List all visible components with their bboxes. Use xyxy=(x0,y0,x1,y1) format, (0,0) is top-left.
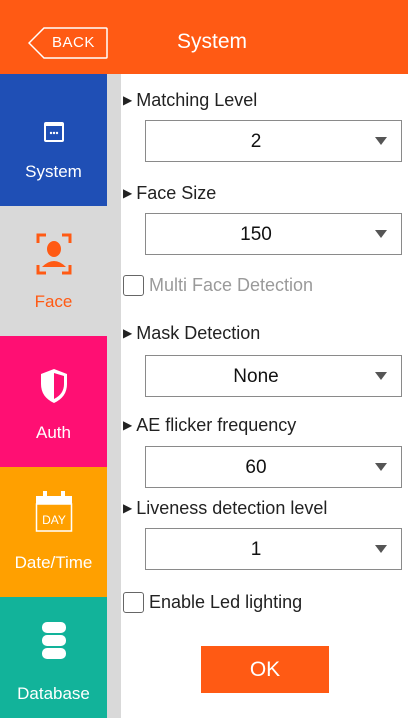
sidebar-item-label: System xyxy=(25,162,82,181)
ae-flicker-frequency-value: 60 xyxy=(245,457,267,478)
sidebar-item-label: Date/Time xyxy=(14,553,93,572)
calendar-day-text: DAY xyxy=(42,513,66,527)
liveness-detection-level-value: 1 xyxy=(250,539,262,560)
triangle-bullet-icon: ▶ xyxy=(123,418,133,432)
dropdown-arrow-icon xyxy=(375,545,387,553)
sidebar-item-label: Face xyxy=(34,292,73,311)
ae-flicker-frequency-select[interactable]: 60 xyxy=(145,446,402,488)
sidebar-item-system[interactable]: System xyxy=(0,74,107,206)
sidebar-divider xyxy=(107,74,121,718)
top-bar: BACK System xyxy=(0,0,408,74)
multi-face-detection-checkbox[interactable] xyxy=(123,275,144,296)
triangle-bullet-icon: ▶ xyxy=(123,186,133,200)
dropdown-arrow-icon xyxy=(375,137,387,145)
triangle-bullet-icon: ▶ xyxy=(123,93,133,107)
mask-detection-value: None xyxy=(233,366,279,387)
enable-led-lighting-label: Enable Led lighting xyxy=(149,592,303,612)
page-title-text: System xyxy=(176,30,247,53)
dropdown-arrow-icon xyxy=(375,230,387,238)
shield-icon xyxy=(0,368,107,409)
dropdown-arrow-icon xyxy=(375,372,387,380)
page-title: System xyxy=(0,30,408,54)
sidebar-item-label: Auth xyxy=(36,423,71,442)
ok-button[interactable]: OK xyxy=(201,646,329,693)
face-size-label: ▶ Face Size xyxy=(123,183,217,203)
matching-level-select[interactable]: 2 xyxy=(145,120,402,162)
sidebar-item-auth[interactable]: Auth xyxy=(0,336,107,467)
sidebar-item-date-time[interactable]: DAY Date/Time xyxy=(0,467,107,597)
matching-level-value: 2 xyxy=(250,131,262,152)
sidebar: System Face Auth DAY Date/Time Database xyxy=(0,74,107,718)
face-size-value: 150 xyxy=(240,224,272,245)
liveness-detection-level-select[interactable]: 1 xyxy=(145,528,402,570)
face-settings-panel: ▶ Matching Level 2 ▶ Face Size 150 Multi F… xyxy=(121,74,408,718)
mask-detection-label: ▶ Mask Detection xyxy=(123,323,261,343)
calendar-icon: DAY xyxy=(0,489,107,538)
sidebar-item-database[interactable]: Database xyxy=(0,597,107,718)
face-scan-icon xyxy=(0,231,107,282)
dropdown-arrow-icon xyxy=(375,463,387,471)
mask-detection-select[interactable]: None xyxy=(145,355,402,397)
database-icon xyxy=(0,621,107,666)
matching-level-label: ▶ Matching Level xyxy=(123,90,258,110)
face-size-select[interactable]: 150 xyxy=(145,213,402,255)
enable-led-lighting-checkbox[interactable] xyxy=(123,592,144,613)
sidebar-item-label: Database xyxy=(17,684,90,703)
window-icon xyxy=(0,121,107,148)
triangle-bullet-icon: ▶ xyxy=(123,501,133,515)
liveness-detection-level-label: ▶ Liveness detection level xyxy=(123,498,328,518)
ae-flicker-frequency-label: ▶ AE flicker frequency xyxy=(123,415,297,435)
triangle-bullet-icon: ▶ xyxy=(123,326,133,340)
sidebar-item-face[interactable]: Face xyxy=(0,206,107,336)
multi-face-detection-label: Multi Face Detection xyxy=(149,275,314,295)
